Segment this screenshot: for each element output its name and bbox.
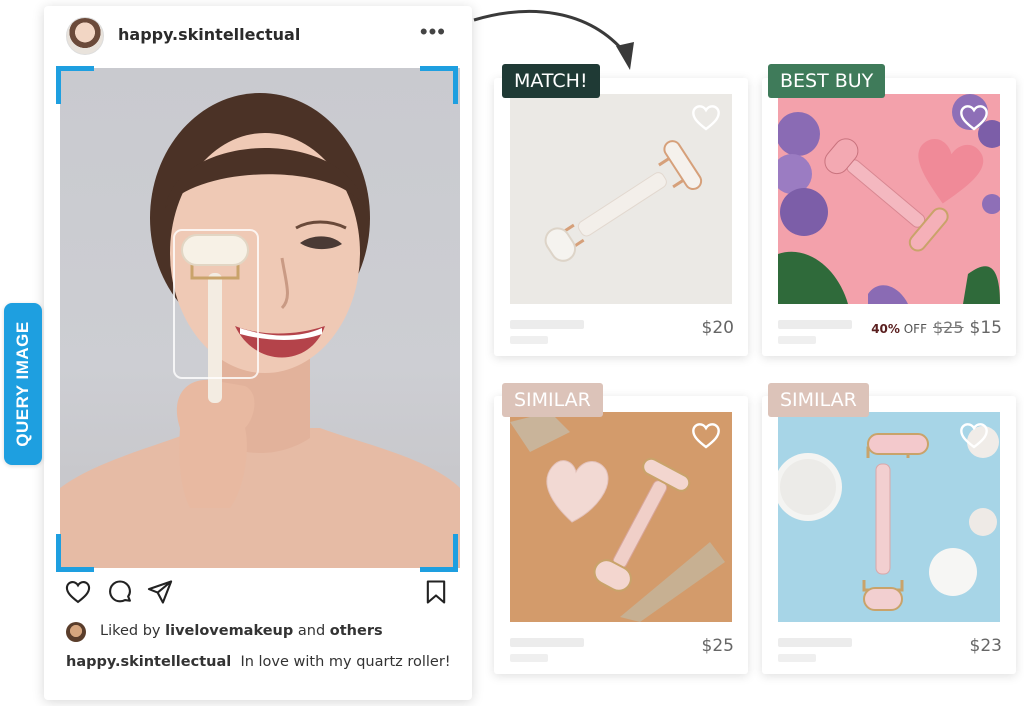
product-name-placeholder [778, 638, 852, 647]
post-caption: happy.skintellectual In love with my qua… [66, 654, 451, 670]
product-image[interactable] [778, 412, 1000, 622]
share-paper-plane-icon[interactable] [146, 578, 174, 611]
product-subtitle-placeholder [778, 654, 816, 662]
sale-price: $15 [969, 318, 1002, 338]
instagram-post: happy.skintellectual ••• Liked by livelo… [44, 6, 472, 700]
favorite-heart-icon[interactable] [958, 102, 990, 137]
liker-avatar[interactable] [66, 622, 86, 642]
woman-with-roller-illustration [60, 93, 460, 568]
query-image-tab: QUERY IMAGE [4, 303, 42, 465]
favorite-heart-icon[interactable] [958, 420, 990, 455]
similar-badge: SIMILAR [768, 383, 869, 417]
product-image[interactable] [510, 412, 732, 622]
post-actions [44, 578, 472, 614]
crop-corner-bottom-left [56, 534, 94, 572]
discount-label: 40% OFF [871, 322, 927, 336]
product-name-placeholder [510, 320, 584, 329]
product-subtitle-placeholder [778, 336, 816, 344]
crop-corner-top-left [56, 66, 94, 104]
comment-icon[interactable] [106, 578, 134, 611]
favorite-heart-icon[interactable] [690, 102, 722, 137]
like-heart-icon[interactable] [64, 578, 92, 611]
liker-username[interactable]: livelovemakeup [165, 623, 293, 639]
product-price-row: 40% OFF $25 $15 [871, 318, 1002, 338]
liked-by-text: Liked by livelovemakeup and others [100, 623, 383, 639]
product-image[interactable] [778, 94, 1000, 304]
product-price: $20 [701, 318, 734, 338]
user-avatar[interactable] [66, 17, 104, 55]
similar-badge: SIMILAR [502, 383, 603, 417]
liked-by-prefix: Liked by [100, 623, 166, 639]
more-options-icon[interactable]: ••• [420, 21, 446, 43]
post-username[interactable]: happy.skintellectual [118, 25, 300, 44]
original-price: $25 [933, 318, 964, 337]
product-card-similar-2[interactable]: $23 [762, 396, 1016, 674]
caption-text: In love with my quartz roller! [240, 654, 451, 670]
product-subtitle-placeholder [510, 336, 548, 344]
crop-corner-bottom-right [420, 534, 458, 572]
crop-corner-top-right [420, 66, 458, 104]
caption-username[interactable]: happy.skintellectual [66, 654, 231, 670]
match-badge: MATCH! [502, 64, 600, 98]
product-price: $25 [701, 636, 734, 656]
query-image-label: QUERY IMAGE [13, 321, 32, 447]
favorite-heart-icon[interactable] [690, 420, 722, 455]
product-name-placeholder [510, 638, 584, 647]
post-header: happy.skintellectual ••• [44, 6, 472, 64]
liked-by-and: and [293, 623, 330, 639]
bookmark-icon[interactable] [422, 578, 450, 611]
product-name-placeholder [778, 320, 852, 329]
query-photo [60, 68, 460, 568]
product-card-similar-1[interactable]: $25 [494, 396, 748, 674]
best-buy-badge: BEST BUY [768, 64, 886, 98]
product-card-match[interactable]: $20 [494, 78, 748, 356]
discount-off: OFF [899, 322, 927, 336]
product-price: $23 [969, 636, 1002, 656]
product-image[interactable] [510, 94, 732, 304]
product-card-best-buy[interactable]: 40% OFF $25 $15 [762, 78, 1016, 356]
product-subtitle-placeholder [510, 654, 548, 662]
liked-by-others[interactable]: others [330, 623, 383, 639]
discount-percent: 40% [871, 322, 900, 336]
